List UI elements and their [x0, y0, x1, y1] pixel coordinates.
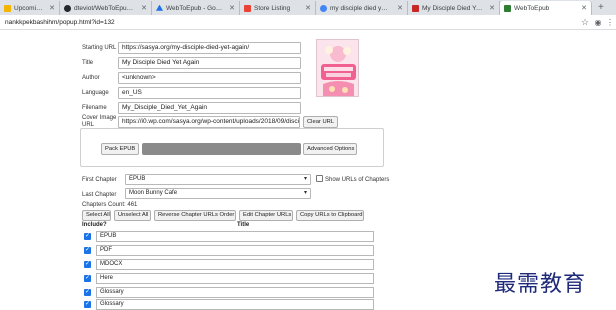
filename-field[interactable]: My_Disciple_Died_Yet_Again — [118, 102, 301, 114]
chevron-down-icon: ▾ — [303, 190, 307, 196]
author-field[interactable]: <unknown> — [118, 72, 301, 84]
include-checkbox[interactable]: ✓ — [84, 261, 91, 268]
drive-icon — [156, 4, 163, 11]
starting-url-field[interactable]: https://sasya.org/my-disciple-died-yet-a… — [118, 42, 301, 54]
chapter-title-field[interactable]: MDOCX — [96, 259, 374, 270]
tab-label: my disciple died yet ag — [330, 4, 391, 12]
chevron-down-icon: ▾ — [303, 176, 307, 182]
include-column-header: Include? — [82, 222, 107, 228]
clear-url-button[interactable]: Clear URL — [303, 116, 338, 128]
select-all-button[interactable]: Select All — [82, 210, 111, 221]
title-label: Title — [82, 60, 94, 66]
tab-label: dteviot/WebToEpub a — [74, 4, 135, 12]
tab-label: Store Listing — [254, 4, 291, 12]
unselect-all-button[interactable]: Unselect All — [114, 210, 151, 221]
book-icon — [504, 4, 511, 12]
s-icon — [412, 4, 419, 12]
page-icon — [4, 4, 11, 12]
title-field[interactable]: My Disciple Died Yet Again — [118, 57, 301, 69]
tab-label: WebToEpub - Google — [166, 4, 223, 12]
show-urls-label: Show URLs of Chapters — [325, 177, 390, 183]
filename-label: Filename — [82, 105, 107, 111]
tab-github[interactable]: dteviot/WebToEpub a ✕ — [60, 1, 152, 15]
tab-strip: Upcoming ch ✕ dteviot/WebToEpub a ✕ WebT… — [0, 0, 616, 15]
reverse-order-button[interactable]: Reverse Chapter URLs Order — [154, 210, 236, 221]
tab-store-listing[interactable]: Store Listing ✕ — [240, 1, 316, 15]
show-urls-checkbox[interactable] — [316, 175, 323, 182]
chapter-title-field[interactable]: Here — [96, 273, 374, 284]
language-label: Language — [82, 90, 109, 96]
include-checkbox[interactable]: ✓ — [84, 247, 91, 254]
close-icon[interactable]: ✕ — [489, 4, 495, 12]
tab-label: My Disciple Died Yet A — [422, 4, 483, 12]
google-icon — [320, 4, 327, 12]
close-icon[interactable]: ✕ — [397, 4, 403, 12]
first-chapter-label: First Chapter — [82, 177, 117, 183]
author-label: Author — [82, 75, 100, 81]
new-tab-button[interactable]: + — [592, 1, 610, 15]
tab-label: Upcoming ch — [14, 4, 43, 12]
include-checkbox[interactable]: ✓ — [84, 233, 91, 240]
chapters-count: Chapters Count: 461 — [82, 202, 138, 208]
tab-drive[interactable]: WebToEpub - Google ✕ — [152, 1, 240, 15]
first-chapter-select[interactable]: EPUB ▾ — [125, 174, 311, 185]
store-icon — [244, 4, 251, 12]
chapter-title-field[interactable]: Glossary — [96, 287, 374, 298]
cover-url-field[interactable]: https://i0.wp.com/sasya.org/wp-content/u… — [118, 116, 300, 128]
tab-google-search[interactable]: my disciple died yet ag ✕ — [316, 1, 408, 15]
tab-label: WebToEpub — [514, 4, 550, 12]
first-chapter-value: EPUB — [129, 176, 146, 182]
extension-icon[interactable]: ◉ — [592, 18, 604, 27]
chapter-title-field[interactable]: EPUB — [96, 231, 374, 242]
pack-epub-group: Pack EPUB Advanced Options — [80, 128, 384, 167]
close-icon[interactable]: ✕ — [229, 4, 235, 12]
url-input[interactable]: nankkpekbashihm/popup.html?id=132 — [0, 19, 578, 26]
include-checkbox[interactable]: ✓ — [84, 301, 91, 308]
tab-upcoming[interactable]: Upcoming ch ✕ — [0, 1, 60, 15]
menu-icon[interactable]: ⋮ — [604, 18, 616, 27]
github-icon — [64, 4, 71, 12]
edit-chapter-urls-button[interactable]: Edit Chapter URLs — [239, 210, 293, 221]
last-chapter-label: Last Chapter — [82, 192, 117, 198]
copy-urls-button[interactable]: Copy URLs to Clipboard — [296, 210, 364, 221]
include-checkbox[interactable]: ✓ — [84, 275, 91, 282]
pack-epub-button[interactable]: Pack EPUB — [101, 143, 139, 155]
starting-url-label: Starting URL — [82, 45, 117, 51]
close-icon[interactable]: ✕ — [141, 4, 147, 12]
cover-image — [316, 39, 359, 97]
tab-webtoepub[interactable]: WebToEpub ✕ — [500, 1, 592, 15]
chapter-title-field[interactable]: Glossary — [96, 299, 374, 310]
last-chapter-select[interactable]: Moon Bunny Cafe ▾ — [125, 188, 311, 199]
progress-bar — [142, 143, 301, 155]
tab-disciple-page[interactable]: My Disciple Died Yet A ✕ — [408, 1, 500, 15]
address-bar: nankkpekbashihm/popup.html?id=132 ☆ ◉ ⋮ — [0, 15, 616, 30]
close-icon[interactable]: ✕ — [49, 4, 55, 12]
cover-image-label: Cover Image — [82, 115, 117, 121]
close-icon[interactable]: ✕ — [305, 4, 311, 12]
include-checkbox[interactable]: ✓ — [84, 289, 91, 296]
watermark-text: 最需教育 — [494, 272, 587, 297]
language-field[interactable]: en_US — [118, 87, 301, 99]
last-chapter-value: Moon Bunny Cafe — [129, 190, 178, 196]
close-icon[interactable]: ✕ — [581, 4, 587, 12]
chapter-title-field[interactable]: PDF — [96, 245, 374, 256]
bookmark-star-icon[interactable]: ☆ — [578, 17, 592, 28]
title-column-header: Title — [237, 222, 250, 228]
advanced-options-button[interactable]: Advanced Options — [303, 143, 357, 155]
